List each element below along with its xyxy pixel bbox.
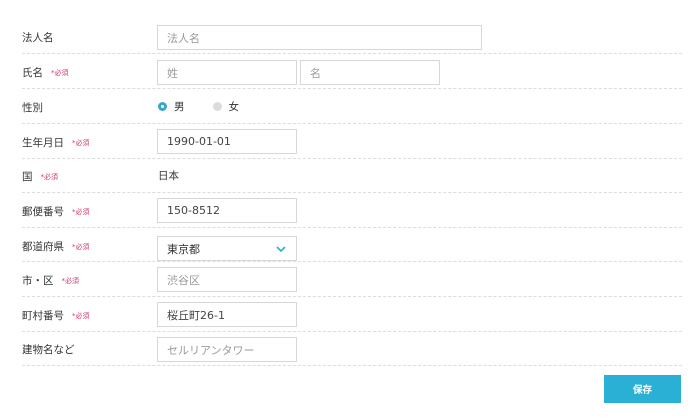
form-row-building: 建物名など セルリアンタワー <box>22 332 682 366</box>
required-mark: *必須 <box>72 242 90 251</box>
city-label-text: 市・区 <box>22 275 54 287</box>
prefecture-select[interactable]: 東京都 <box>157 236 297 261</box>
form-row-city: 市・区 *必須 渋谷区 <box>22 262 682 297</box>
town-input[interactable]: 桜丘町26-1 <box>157 302 297 327</box>
birthdate-label: 生年月日 *必須 <box>22 135 90 150</box>
country-label-text: 国 <box>22 171 33 183</box>
corporate-name-input[interactable]: 法人名 <box>157 25 482 50</box>
save-button[interactable]: 保存 <box>604 375 681 403</box>
gender-female-radio[interactable] <box>212 102 222 111</box>
gender-label-text: 性別 <box>22 102 43 114</box>
required-mark: *必須 <box>40 172 59 181</box>
form-row-prefecture: 都道府県 *必須 東京都 <box>22 228 682 262</box>
corporate-name-label: 法人名 <box>22 30 54 45</box>
prefecture-label: 都道府県 *必須 <box>22 239 90 254</box>
building-label-text: 建物名など <box>22 344 75 356</box>
required-mark: *必須 <box>51 68 69 77</box>
postal-code-label: 郵便番号 *必須 <box>22 204 90 219</box>
postal-code-label-text: 郵便番号 <box>22 206 64 218</box>
form-row-birthdate: 生年月日 *必須 1990-01-01 <box>22 124 682 159</box>
country-label: 国 *必須 <box>22 169 58 184</box>
name-label-text: 氏名 <box>22 67 43 79</box>
gender-male-label[interactable]: 男 <box>174 99 185 114</box>
building-label: 建物名など <box>22 342 75 357</box>
first-name-input[interactable]: 名 <box>300 60 440 85</box>
town-label-text: 町村番号 <box>22 310 64 322</box>
prefecture-label-text: 都道府県 <box>22 241 64 253</box>
city-label: 市・区 *必須 <box>22 273 79 288</box>
corporate-name-label-text: 法人名 <box>22 32 54 44</box>
building-input[interactable]: セルリアンタワー <box>157 337 297 362</box>
form-row-name: 氏名 *必須 姓 名 <box>22 54 682 89</box>
form-row-corporate-name: 法人名 法人名 <box>22 20 682 54</box>
gender-male-radio[interactable] <box>158 102 167 111</box>
gender-label: 性別 <box>22 100 43 115</box>
form-row-gender: 性別 男 女 <box>22 89 682 124</box>
town-label: 町村番号 *必須 <box>22 308 90 323</box>
birthdate-input[interactable]: 1990-01-01 <box>157 129 297 154</box>
required-mark: *必須 <box>72 138 90 147</box>
gender-radio-group: 男 女 <box>158 99 267 114</box>
form-row-postal-code: 郵便番号 *必須 150-8512 <box>22 193 682 228</box>
required-mark: *必須 <box>72 207 90 216</box>
required-mark: *必須 <box>61 276 80 285</box>
required-mark: *必須 <box>72 311 90 320</box>
prefecture-selected-value: 東京都 <box>167 242 200 256</box>
city-input[interactable]: 渋谷区 <box>157 267 297 292</box>
form-row-country: 国 *必須 日本 <box>22 159 682 193</box>
form-row-town: 町村番号 *必須 桜丘町26-1 <box>22 297 682 332</box>
last-name-input[interactable]: 姓 <box>157 60 297 85</box>
birthdate-label-text: 生年月日 <box>22 137 64 149</box>
chevron-down-icon <box>276 246 286 252</box>
country-value: 日本 <box>158 170 179 182</box>
gender-female-label[interactable]: 女 <box>229 99 240 114</box>
name-label: 氏名 *必須 <box>22 65 69 80</box>
postal-code-input[interactable]: 150-8512 <box>157 198 297 223</box>
